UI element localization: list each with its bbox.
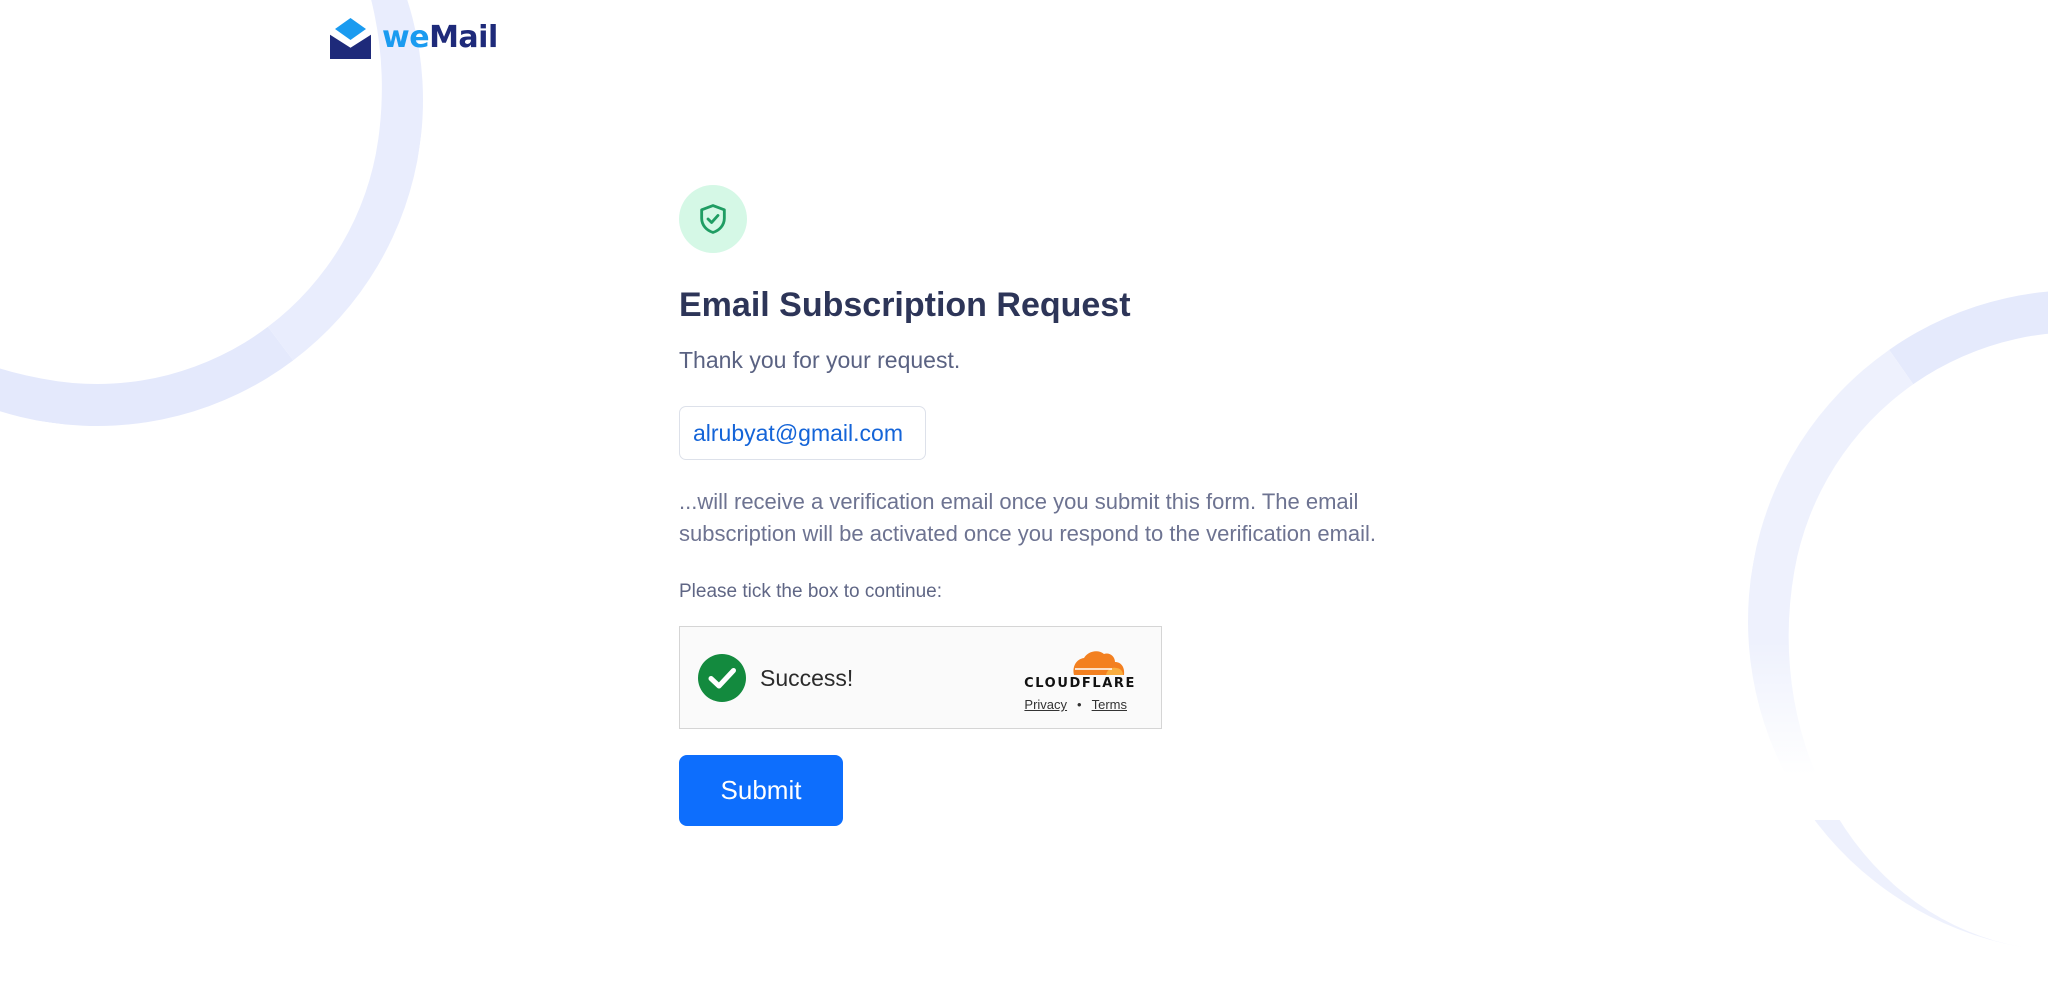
shield-check-icon	[700, 204, 726, 234]
brand-name: weMail	[382, 23, 498, 53]
header: weMail	[329, 16, 498, 60]
captcha-links: Privacy • Terms	[1024, 697, 1127, 712]
terms-link[interactable]: Terms	[1092, 697, 1127, 712]
background-arc-right	[1695, 237, 2048, 1004]
success-check-icon	[698, 654, 746, 702]
background-fade	[1740, 640, 1940, 820]
page-title: Email Subscription Request	[679, 286, 1131, 324]
link-separator: •	[1077, 697, 1082, 712]
captcha-status: Success!	[760, 665, 854, 691]
shield-badge	[679, 185, 747, 253]
captcha-prompt: Please tick the box to continue:	[679, 581, 942, 602]
background-arc-left	[0, 0, 466, 469]
brand-name-we: we	[382, 20, 430, 55]
verification-note: ...will receive a verification email onc…	[679, 489, 1377, 546]
privacy-link[interactable]: Privacy	[1024, 697, 1067, 712]
wemail-logo[interactable]: weMail	[329, 17, 498, 60]
cloudflare-turnstile-widget[interactable]: Success! CLOUDFLARE Privacy • Terms	[679, 626, 1162, 729]
subscription-form: Email Subscription Request Thank you for…	[679, 185, 1439, 826]
background-fade	[440, 70, 560, 230]
thank-you-text: Thank you for your request.	[679, 347, 961, 373]
envelope-logo-icon	[329, 17, 372, 59]
email-address-display: alrubyat@gmail.com	[679, 406, 926, 460]
cloudflare-wordmark: CLOUDFLARE	[1024, 676, 1136, 691]
brand-name-mail: Mail	[429, 20, 498, 55]
submit-button[interactable]: Submit	[679, 755, 843, 826]
